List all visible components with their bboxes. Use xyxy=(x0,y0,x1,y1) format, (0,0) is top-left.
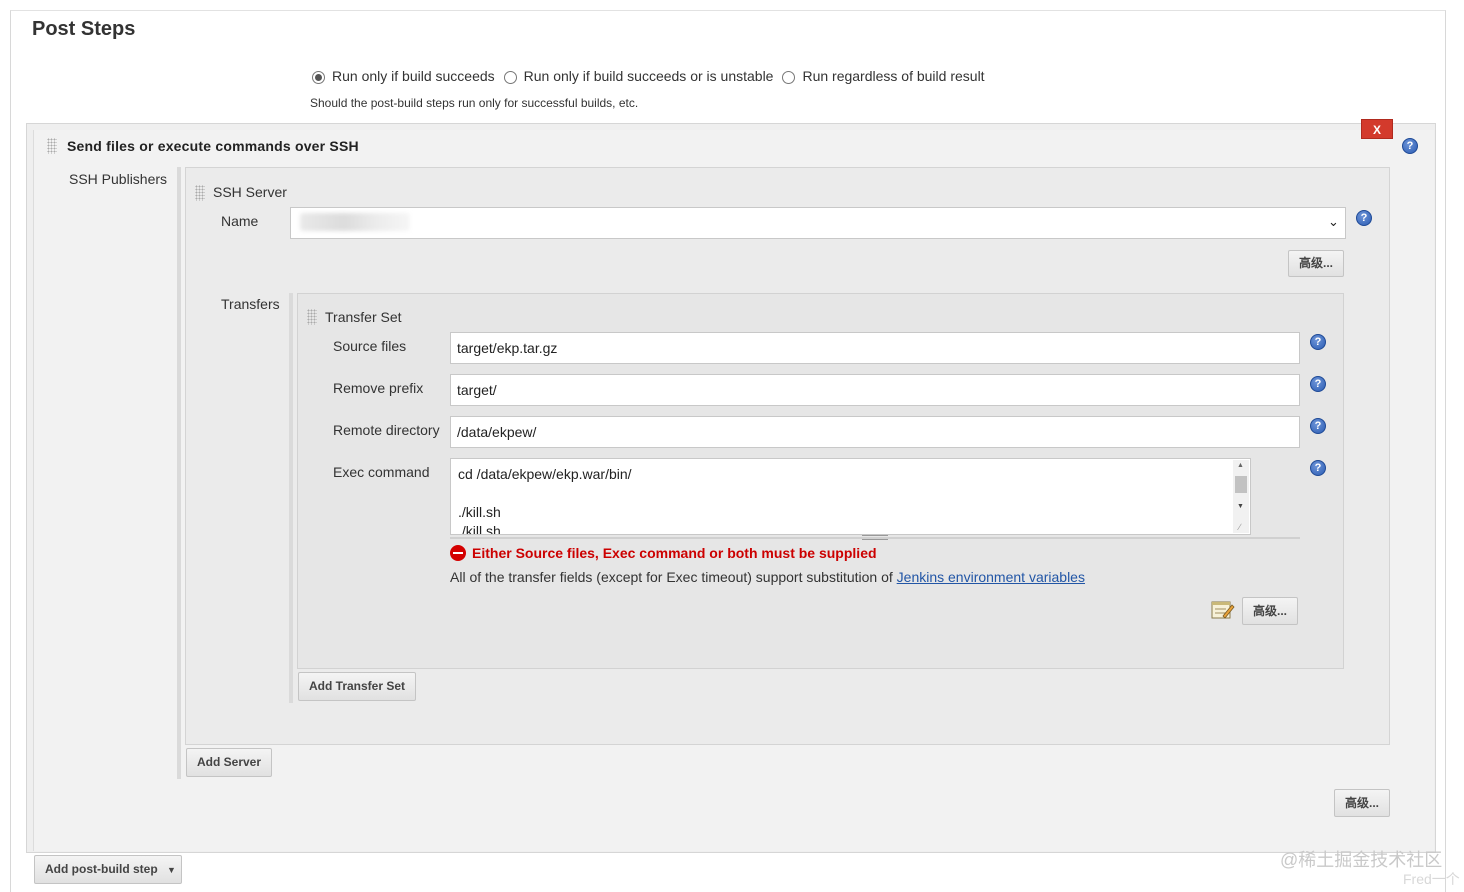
drag-handle-icon[interactable] xyxy=(307,309,317,325)
ssh-server-title: SSH Server xyxy=(213,184,287,200)
remove-prefix-label: Remove prefix xyxy=(333,380,424,396)
help-icon[interactable]: ? xyxy=(1310,376,1326,392)
error-icon xyxy=(450,545,466,561)
watermark-author: Fred一个 xyxy=(1403,871,1460,887)
delete-step-button[interactable]: X xyxy=(1361,119,1393,139)
step-advanced-button[interactable]: 高级... xyxy=(1334,789,1390,817)
dropdown-arrow-icon: ▼ xyxy=(167,865,176,875)
transfer-advanced-button[interactable]: 高级... xyxy=(1242,597,1298,625)
radio-selected-icon[interactable] xyxy=(312,70,325,84)
exec-command-textarea[interactable]: cd /data/ekpew/ekp.war/bin/ ./kill.sh ./… xyxy=(450,458,1251,535)
note-text: All of the transfer fields (except for E… xyxy=(450,569,897,585)
run-condition-radios: Run only if build succeeds Run only if b… xyxy=(312,68,994,84)
source-files-label: Source files xyxy=(333,338,407,354)
radio-icon[interactable] xyxy=(503,70,517,84)
help-icon[interactable]: ? xyxy=(1310,334,1326,350)
radio-label: Run regardless of build result xyxy=(802,68,985,84)
remote-directory-label: Remote directory xyxy=(333,422,440,438)
exec-command-label: Exec command xyxy=(333,464,430,480)
error-text: Either Source files, Exec command or bot… xyxy=(472,545,877,561)
validation-error: Either Source files, Exec command or bot… xyxy=(450,545,877,561)
add-server-button[interactable]: Add Server xyxy=(186,748,272,777)
scroll-up-icon[interactable]: ▲ xyxy=(1237,462,1244,469)
remove-prefix-input[interactable]: target/ xyxy=(450,374,1300,406)
server-name-select[interactable] xyxy=(290,207,1346,239)
radio-run-always[interactable]: Run regardless of build result xyxy=(782,68,985,84)
name-label: Name xyxy=(221,213,259,229)
env-variables-link[interactable]: Jenkins environment variables xyxy=(897,569,1085,585)
drag-handle-icon[interactable] xyxy=(47,138,57,154)
help-icon[interactable]: ? xyxy=(1356,210,1372,226)
chevron-down-icon[interactable]: ⌄ xyxy=(1328,214,1339,230)
server-name-redacted xyxy=(300,213,410,231)
scrollbar-thumb[interactable] xyxy=(1235,476,1247,493)
drag-handle-icon[interactable] xyxy=(195,185,205,201)
source-files-input[interactable]: target/ekp.tar.gz xyxy=(450,332,1300,364)
notepad-icon[interactable] xyxy=(1211,599,1235,621)
radio-run-if-success[interactable]: Run only if build succeeds xyxy=(312,68,495,84)
page-title: Post Steps xyxy=(32,18,136,40)
radio-label: Run only if build succeeds or is unstabl… xyxy=(523,68,774,84)
resize-grip-icon[interactable]: ∕ xyxy=(1239,522,1241,532)
remote-directory-input[interactable]: /data/ekpew/ xyxy=(450,416,1300,448)
help-icon[interactable]: ? xyxy=(1310,418,1326,434)
transfer-set-title: Transfer Set xyxy=(325,309,402,325)
ssh-publishers-label: SSH Publishers xyxy=(69,171,168,187)
section-bar xyxy=(177,167,181,779)
help-icon[interactable]: ? xyxy=(1310,460,1326,476)
run-condition-description: Should the post-build steps run only for… xyxy=(310,96,639,110)
textarea-scrollbar[interactable] xyxy=(1233,460,1249,533)
resize-handle-icon[interactable] xyxy=(862,535,888,540)
help-icon[interactable]: ? xyxy=(1402,138,1418,154)
radio-run-if-unstable[interactable]: Run only if build succeeds or is unstabl… xyxy=(503,68,774,84)
scroll-down-icon[interactable]: ▼ xyxy=(1237,503,1244,510)
add-post-build-step-label: Add post-build step xyxy=(45,862,158,876)
server-advanced-button[interactable]: 高级... xyxy=(1288,250,1344,277)
section-bar xyxy=(289,293,293,703)
transfers-label: Transfers xyxy=(221,296,280,312)
add-post-build-step-button[interactable]: Add post-build step ▼ xyxy=(34,855,182,884)
radio-icon[interactable] xyxy=(782,70,796,84)
substitution-note: All of the transfer fields (except for E… xyxy=(450,569,1085,585)
ssh-step-title: Send files or execute commands over SSH xyxy=(67,138,359,154)
add-transfer-set-button[interactable]: Add Transfer Set xyxy=(298,672,416,701)
radio-label: Run only if build succeeds xyxy=(332,68,495,84)
